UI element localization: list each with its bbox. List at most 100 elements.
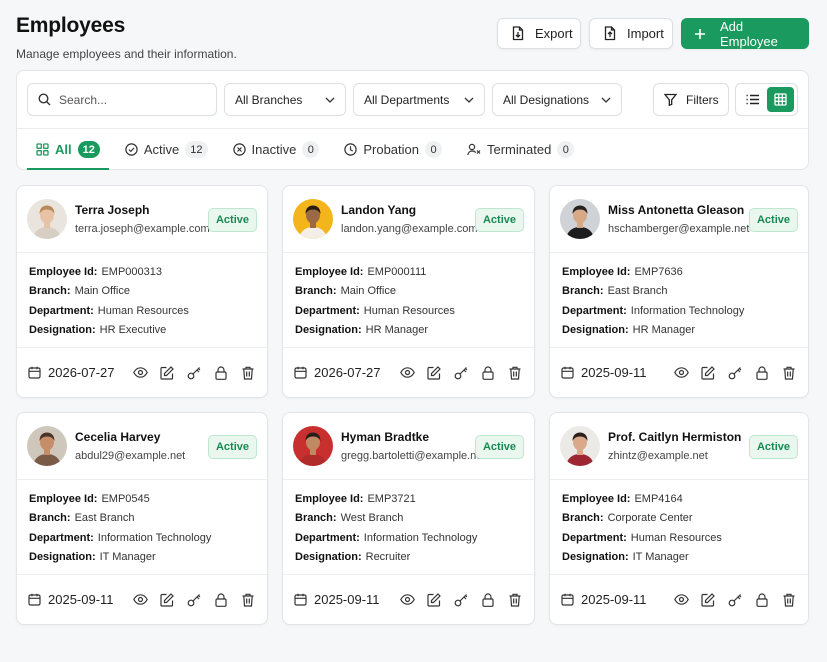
joining-date-value: 2026-07-27 xyxy=(314,365,381,380)
employee-card: Prof. Caitlyn Hermiston zhintz@example.n… xyxy=(549,412,809,625)
delete-button[interactable] xyxy=(240,592,256,608)
edit-button[interactable] xyxy=(159,365,175,381)
view-button[interactable] xyxy=(673,365,689,381)
employee-name[interactable]: Landon Yang xyxy=(341,203,478,217)
card-footer: 2025-09-11 xyxy=(283,575,534,624)
department-value: Human Resources xyxy=(363,304,455,317)
list-view-button[interactable] xyxy=(739,87,767,112)
employee-name[interactable]: Cecelia Harvey xyxy=(75,430,185,444)
employee-name[interactable]: Prof. Caitlyn Hermiston xyxy=(608,430,741,444)
branch-value: Corporate Center xyxy=(607,512,693,525)
reset-password-button[interactable] xyxy=(186,592,202,608)
employee-id-value: EMP7636 xyxy=(634,265,683,278)
lock-button[interactable] xyxy=(480,365,496,381)
eye-icon xyxy=(673,367,689,378)
card-header: Terra Joseph terra.joseph@example.com Ac… xyxy=(17,186,267,253)
reset-password-button[interactable] xyxy=(453,365,469,381)
branch-select[interactable]: All Branches xyxy=(224,83,346,116)
card-actions xyxy=(673,365,797,381)
lock-icon xyxy=(482,592,494,607)
edit-icon xyxy=(701,592,715,607)
edit-button[interactable] xyxy=(700,365,716,381)
view-button[interactable] xyxy=(673,592,689,608)
department-row: Department: Information Technology xyxy=(29,528,255,548)
branch-label: Branch: xyxy=(562,512,604,525)
funnel-icon xyxy=(664,93,677,106)
employee-id-label: Employee Id: xyxy=(295,265,364,278)
reset-password-button[interactable] xyxy=(727,365,743,381)
branch-value: Main Office xyxy=(340,285,396,298)
tab-inactive[interactable]: Inactive 0 xyxy=(224,129,329,170)
lock-button[interactable] xyxy=(213,365,229,381)
tab-all[interactable]: All 12 xyxy=(27,129,109,170)
reset-password-button[interactable] xyxy=(727,592,743,608)
employee-name[interactable]: Terra Joseph xyxy=(75,203,210,217)
lock-button[interactable] xyxy=(480,592,496,608)
lock-button[interactable] xyxy=(754,365,770,381)
grid-icon xyxy=(36,143,49,156)
employee-card: Landon Yang landon.yang@example.com Acti… xyxy=(282,185,535,398)
delete-button[interactable] xyxy=(507,365,523,381)
search-input[interactable] xyxy=(59,92,199,107)
joining-date-value: 2026-07-27 xyxy=(48,365,115,380)
import-button[interactable]: Import xyxy=(589,18,673,49)
department-value: Human Resources xyxy=(97,304,189,317)
avatar xyxy=(27,199,67,239)
tab-probation[interactable]: Probation 0 xyxy=(335,129,451,170)
reset-password-button[interactable] xyxy=(453,592,469,608)
view-button[interactable] xyxy=(399,365,415,381)
grid-view-button[interactable] xyxy=(766,87,794,112)
card-footer: 2025-09-11 xyxy=(550,575,808,624)
tab-label: Terminated xyxy=(487,142,552,157)
lock-button[interactable] xyxy=(213,592,229,608)
add-employee-button[interactable]: Add Employee xyxy=(681,18,809,49)
export-button[interactable]: Export xyxy=(497,18,581,49)
joining-date: 2026-07-27 xyxy=(28,365,115,380)
trash-icon xyxy=(509,366,521,380)
search-box[interactable] xyxy=(27,83,217,116)
designation-value: HR Executive xyxy=(99,324,167,337)
delete-button[interactable] xyxy=(781,365,797,381)
avatar xyxy=(27,426,67,466)
view-button[interactable] xyxy=(399,592,415,608)
tab-active[interactable]: Active 12 xyxy=(116,129,217,170)
calendar-icon xyxy=(561,366,574,379)
department-row: Department: Human Resources xyxy=(562,528,796,548)
employee-name[interactable]: Miss Antonetta Gleason xyxy=(608,203,749,217)
key-icon xyxy=(187,593,201,606)
add-employee-label: Add Employee xyxy=(720,18,778,49)
tab-terminated[interactable]: Terminated 0 xyxy=(458,129,583,170)
delete-button[interactable] xyxy=(240,365,256,381)
import-label: Import xyxy=(627,26,664,41)
edit-button[interactable] xyxy=(426,592,442,608)
card-actions xyxy=(399,592,523,608)
edit-button[interactable] xyxy=(159,592,175,608)
department-label: Department: xyxy=(295,531,360,544)
designation-select[interactable]: All Designations xyxy=(492,83,622,116)
view-button[interactable] xyxy=(132,592,148,608)
lock-button[interactable] xyxy=(754,592,770,608)
card-header: Cecelia Harvey abdul29@example.net Activ… xyxy=(17,413,267,480)
employee-identity: Hyman Bradtke gregg.bartoletti@example.n… xyxy=(341,430,485,462)
filters-button[interactable]: Filters xyxy=(653,83,729,116)
employee-id-row: Employee Id: EMP4164 xyxy=(562,489,796,509)
joining-date-value: 2025-09-11 xyxy=(581,592,647,607)
view-button[interactable] xyxy=(132,365,148,381)
branch-value: Main Office xyxy=(74,285,130,298)
status-badge: Active xyxy=(207,435,257,459)
department-row: Department: Information Technology xyxy=(295,528,522,548)
edit-button[interactable] xyxy=(700,592,716,608)
designation-select-value: All Designations xyxy=(503,92,590,107)
department-select[interactable]: All Departments xyxy=(353,83,485,116)
employee-id-label: Employee Id: xyxy=(29,265,98,278)
joining-date: 2025-09-11 xyxy=(561,365,647,380)
avatar xyxy=(293,199,333,239)
trash-icon xyxy=(783,366,795,380)
edit-button[interactable] xyxy=(426,365,442,381)
employee-name[interactable]: Hyman Bradtke xyxy=(341,430,485,444)
status-badge: Active xyxy=(748,435,798,459)
search-icon xyxy=(38,93,51,106)
delete-button[interactable] xyxy=(781,592,797,608)
reset-password-button[interactable] xyxy=(186,365,202,381)
delete-button[interactable] xyxy=(507,592,523,608)
